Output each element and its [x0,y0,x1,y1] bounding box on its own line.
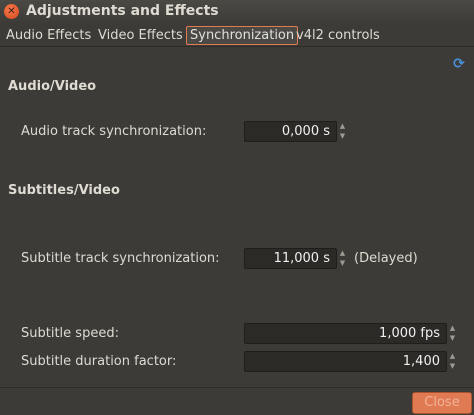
tab-audio-effects[interactable]: Audio Effects [3,26,94,45]
subtitle-speed-label: Subtitle speed: [21,326,119,341]
subtitle-track-sync-input[interactable]: 11,000 s [244,248,337,269]
subtitle-sync-status: (Delayed) [354,251,418,266]
tab-separator [0,46,474,47]
window-close-icon[interactable]: ✕ [4,4,19,19]
bottom-separator [0,387,474,388]
subtitle-speed-stepper[interactable]: ▲ ▼ [448,323,457,345]
audio-track-sync-input[interactable]: 0,000 s [244,121,337,142]
subtitle-track-sync-label: Subtitle track synchronization: [21,251,220,266]
subtitle-duration-input[interactable]: 1,400 [244,351,447,372]
tab-bar: Audio Effects Video Effects Synchronizat… [0,25,474,46]
tab-v4l2-controls[interactable]: v4l2 controls [293,26,383,45]
subtitle-track-sync-stepper[interactable]: ▲ ▼ [338,248,347,270]
tab-video-effects[interactable]: Video Effects [95,26,186,45]
window-title: Adjustments and Effects [26,3,219,19]
close-button[interactable]: Close [412,392,472,414]
audio-track-sync-stepper[interactable]: ▲ ▼ [338,121,347,143]
subtitle-speed-input[interactable]: 1,000 fps [244,323,447,344]
title-bar: ✕ Adjustments and Effects [0,0,474,24]
subtitle-duration-stepper[interactable]: ▲ ▼ [448,351,457,373]
refresh-icon[interactable]: ⟳ [452,57,466,71]
audio-track-sync-label: Audio track synchronization: [21,124,207,139]
section-subtitles-video: Subtitles/Video [8,183,120,198]
subtitle-duration-label: Subtitle duration factor: [21,354,177,369]
section-audio-video: Audio/Video [8,79,97,94]
tab-synchronization[interactable]: Synchronization [186,26,299,45]
